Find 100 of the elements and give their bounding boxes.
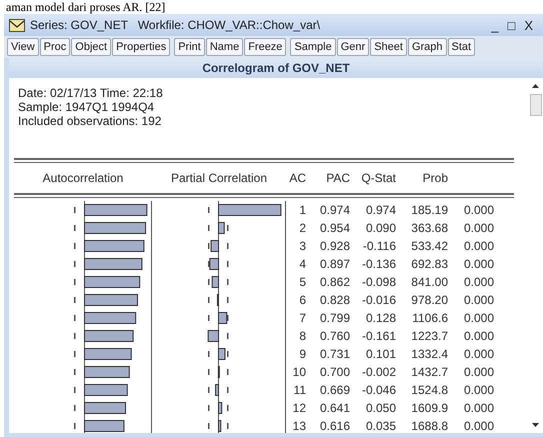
lag-cell-text: 1	[298, 203, 306, 217]
toolbar-button[interactable]: Genr	[336, 38, 370, 56]
column-header: Q-Stat	[360, 171, 396, 185]
table-cell-text: 1609.9	[410, 401, 448, 415]
table-cell-text: -0.016	[360, 293, 396, 307]
table-cell-text: 0.000	[462, 293, 494, 307]
table-cell-text: -0.161	[360, 329, 396, 343]
autocorrelation-bar	[84, 276, 140, 288]
toolbar-button[interactable]: Graph	[408, 38, 447, 56]
table-cell-text: 1524.8	[410, 383, 448, 397]
confidence-mark	[208, 261, 210, 267]
toolbar-button[interactable]: Print	[174, 38, 205, 56]
confidence-mark	[208, 315, 210, 321]
autocorrelation-bar	[84, 204, 148, 216]
table-cell-text: 0.035	[364, 419, 396, 433]
toolbar-button[interactable]: Stat	[448, 38, 476, 56]
confidence-mark	[74, 297, 76, 303]
table-cell-text: 0.000	[462, 383, 494, 397]
table-cell-text: 1223.7	[410, 329, 448, 343]
partial-correlation-bar	[218, 312, 228, 324]
autocorrelation-bar	[84, 294, 138, 306]
scroll-thumb[interactable]	[530, 94, 542, 116]
table-cell-text: 0.641	[318, 401, 350, 415]
confidence-mark	[74, 315, 76, 321]
table-cell-text: 0.128	[364, 311, 396, 325]
lag-cell-text: 10	[292, 365, 306, 379]
toolbar-button[interactable]: Sheet	[370, 38, 407, 56]
lag-cell-text: 7	[298, 311, 306, 325]
partial-correlation-bar	[218, 348, 226, 360]
lag-cell-text: 5	[298, 275, 306, 289]
autocorrelation-bar	[84, 240, 144, 252]
table-cell-text: 1332.4	[410, 347, 448, 361]
table-cell-text: 978.20	[410, 293, 448, 307]
confidence-mark	[74, 279, 76, 285]
confidence-mark	[227, 243, 228, 249]
confidence-mark	[74, 405, 76, 411]
table-cell-text: 0.954	[318, 221, 350, 235]
window-control[interactable]: _	[491, 18, 498, 32]
table-cell-text: 0.974	[364, 203, 396, 217]
lag-cell-text: 11	[292, 383, 306, 397]
table-cell-text: 0.000	[462, 419, 494, 433]
window-control[interactable]: X	[524, 18, 533, 32]
confidence-mark	[208, 369, 210, 375]
toolbar-button[interactable]: Object	[71, 38, 112, 56]
table-cell-text: 1432.7	[410, 365, 448, 379]
table-cell-text: 0.897	[318, 257, 350, 271]
info-line: Date: 02/17/13 Time: 22:18	[18, 86, 164, 100]
table-cell-text: 0.700	[318, 365, 350, 379]
confidence-mark	[227, 387, 228, 393]
table-cell-text: 363.68	[410, 221, 448, 235]
lag-cell-text: 2	[298, 221, 306, 235]
toolbar-button[interactable]: Name	[206, 38, 244, 56]
confidence-mark	[74, 243, 76, 249]
confidence-mark	[227, 315, 228, 321]
autocorrelation-bar	[84, 312, 136, 324]
table-cell-text: 0.090	[364, 221, 396, 235]
confidence-mark	[227, 261, 228, 267]
confidence-mark	[227, 225, 228, 231]
partial-correlation-bar	[215, 384, 219, 396]
confidence-mark	[74, 423, 76, 429]
window-icon	[9, 18, 25, 32]
table-cell-text: 841.00	[410, 275, 448, 289]
scroll-down-icon[interactable]	[532, 423, 539, 427]
partial-correlation-bar	[216, 294, 219, 306]
lag-cell-text: 3	[298, 239, 306, 253]
partial-correlation-bar	[209, 258, 219, 270]
partial-correlation-bar	[218, 402, 222, 414]
toolbar-button[interactable]: View	[7, 38, 39, 56]
table-cell-text: 0.862	[318, 275, 350, 289]
confidence-mark	[227, 279, 228, 285]
info-line: Included observations: 192	[18, 114, 162, 128]
toolbar-button[interactable]: Sample	[290, 38, 336, 56]
confidence-mark	[208, 423, 210, 429]
lag-cell-text: 8	[298, 329, 306, 343]
autocorrelation-bar	[84, 348, 132, 360]
confidence-mark	[74, 207, 76, 213]
window-control[interactable]: □	[507, 18, 516, 32]
confidence-mark	[208, 279, 210, 285]
autocorrelation-bar	[84, 258, 142, 270]
table-cell-text: 0.000	[462, 365, 494, 379]
table-cell-text: 0.799	[318, 311, 350, 325]
table-cell-text: 0.000	[462, 311, 494, 325]
confidence-mark	[227, 423, 228, 429]
toolbar-button[interactable]: Properties	[112, 38, 170, 56]
confidence-mark	[208, 405, 210, 411]
toolbar-button[interactable]: Proc	[40, 38, 70, 56]
table-cell-text: 533.42	[410, 239, 448, 253]
table-cell-text: 0.000	[462, 275, 494, 289]
info-line: Sample: 1947Q1 1994Q4	[18, 100, 156, 114]
lag-cell-text: 12	[292, 401, 306, 415]
partial-correlation-bar	[210, 240, 219, 252]
partial-correlation-bar	[218, 204, 282, 216]
confidence-mark	[227, 369, 228, 375]
table-cell-text: -0.002	[360, 365, 396, 379]
toolbar-button[interactable]: Freeze	[244, 38, 286, 56]
confidence-mark	[227, 405, 228, 411]
table-cell-text: 185.19	[410, 203, 448, 217]
view-title: Correlogram of GOV_NET	[9, 58, 543, 78]
scroll-up-icon[interactable]	[532, 84, 539, 88]
table-cell-text: -0.046	[360, 383, 396, 397]
